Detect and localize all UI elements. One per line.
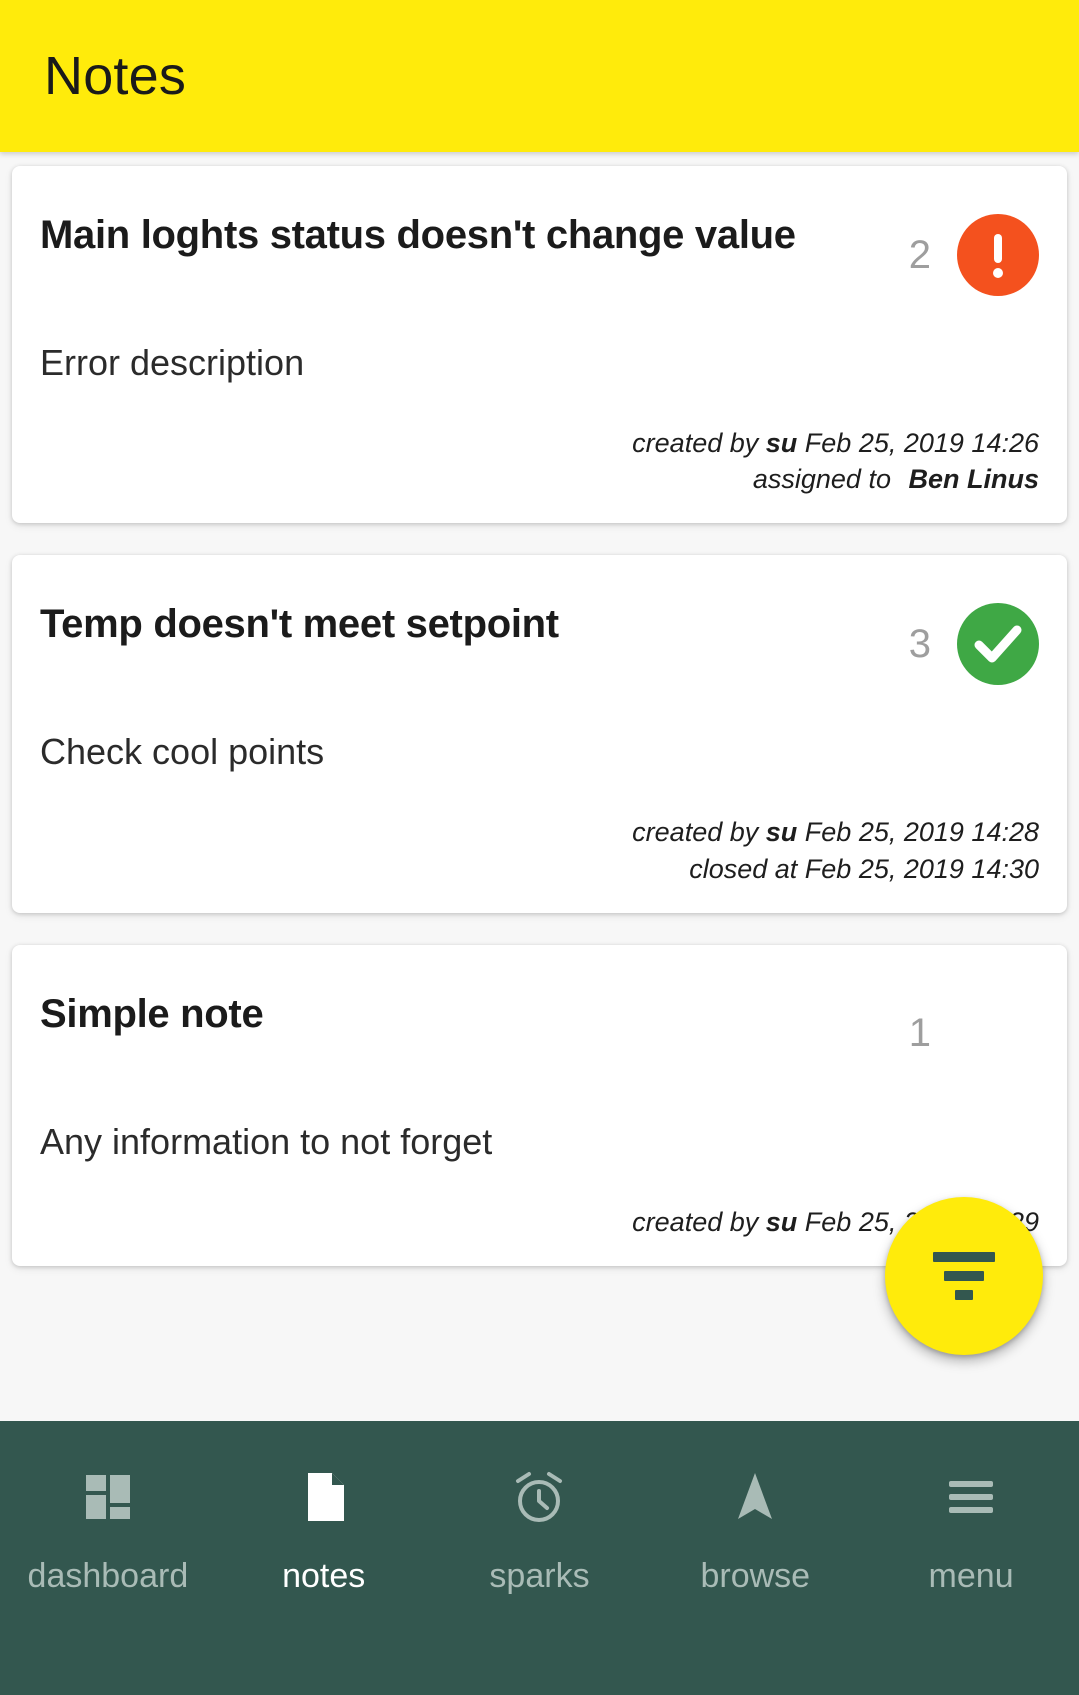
note-count: 3 [908,621,931,666]
note-meta: created by su Feb 25, 2019 14:28 closed … [40,814,1039,886]
note-card[interactable]: Main loghts status doesn't change value … [12,166,1067,524]
filter-icon [933,1252,995,1300]
app-bar: Notes [0,0,1079,152]
note-meta-closed: closed at Feb 25, 2019 14:30 [40,851,1039,887]
note-title: Simple note [40,991,264,1036]
meta-created-time: Feb 25, 2019 14:28 [804,817,1039,848]
meta-created-prefix: created by [632,817,759,848]
nav-item-sparks[interactable]: sparks [432,1457,648,1596]
error-status-icon[interactable] [957,214,1039,296]
note-meta-created: created by su Feb 25, 2019 14:26 [40,425,1039,461]
note-description: Error description [40,342,305,383]
meta-assigned-prefix: assigned to [752,464,891,495]
note-description: Check cool points [40,731,325,773]
dashboard-grid-icon [76,1457,140,1537]
notes-list[interactable]: Main loghts status doesn't change value … [0,152,1079,1421]
no-status-icon [957,993,1039,1075]
note-status-group: 1 [905,989,1039,1075]
note-meta-created: created by su Feb 25, 2019 14:29 [40,1204,1039,1240]
navigation-arrow-icon [723,1457,787,1537]
note-status-group: 3 [905,599,1039,686]
meta-assignee-name: Ben Linus [908,464,1039,495]
meta-created-author: su [765,428,798,458]
note-description: Any information to not forget [40,1120,493,1162]
nav-label-menu: menu [928,1557,1014,1595]
alarm-clock-icon [507,1457,571,1537]
note-meta: created by su Feb 25, 2019 14:29 [40,1204,1039,1240]
meta-created-author: su [765,817,798,848]
check-status-icon[interactable] [957,603,1039,686]
meta-created-prefix: created by [632,428,759,458]
note-card-header: Simple note 1 [40,989,1039,1075]
note-title: Temp doesn't meet setpoint [40,602,559,647]
nav-item-notes[interactable]: notes [216,1457,432,1596]
hamburger-menu-icon [939,1457,1003,1537]
meta-created-author: su [765,1206,798,1237]
page-title: Notes [44,46,187,106]
nav-label-dashboard: dashboard [27,1557,189,1595]
note-count: 2 [908,232,931,277]
note-meta-created: created by su Feb 25, 2019 14:28 [40,814,1039,850]
nav-item-dashboard[interactable]: dashboard [0,1457,216,1596]
document-icon [292,1457,356,1537]
note-meta-assigned: assigned to Ben Linus [40,461,1039,497]
note-card[interactable]: Temp doesn't meet setpoint 3 Check cool … [12,555,1067,913]
nav-label-sparks: sparks [489,1557,590,1595]
bottom-navigation: dashboard notes sparks browse menu [0,1421,1079,1695]
note-status-group: 2 [905,210,1039,296]
note-card-header: Main loghts status doesn't change value … [40,210,1039,296]
notes-screen: Notes Main loghts status doesn't change … [0,0,1079,1695]
meta-closed-prefix: closed at [689,853,798,884]
filter-fab-button[interactable] [885,1197,1043,1355]
nav-item-browse[interactable]: browse [647,1457,863,1596]
note-meta: created by su Feb 25, 2019 14:26 assigne… [40,425,1039,497]
note-count: 1 [908,1011,931,1056]
meta-closed-time: Feb 25, 2019 14:30 [804,853,1039,884]
nav-item-menu[interactable]: menu [863,1457,1079,1596]
nav-label-browse: browse [700,1557,811,1595]
meta-created-time: Feb 25, 2019 14:26 [804,428,1039,458]
note-title: Main loghts status doesn't change value [40,213,796,257]
note-card-header: Temp doesn't meet setpoint 3 [40,599,1039,686]
nav-label-notes: notes [282,1557,366,1595]
meta-created-prefix: created by [632,1206,759,1237]
